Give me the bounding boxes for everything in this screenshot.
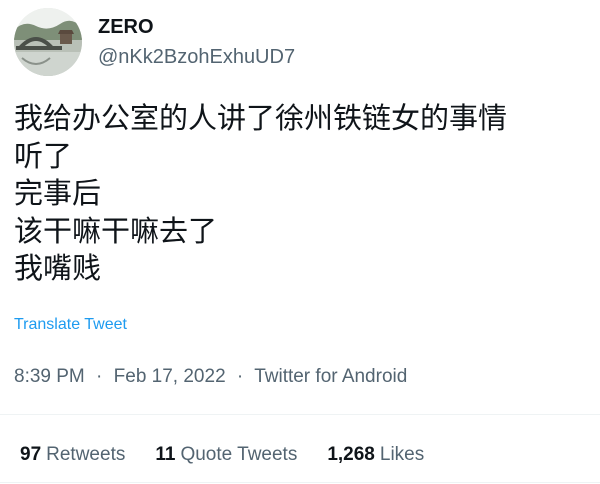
translate-tweet-link[interactable]: Translate Tweet [14,316,127,334]
tweet-text: 我给办公室的人讲了徐州铁链女的事情 听了 完事后 该干嘛干嘛去了 我嘴贱 [14,100,589,288]
meta-separator: · [236,366,244,387]
user-handle[interactable]: @nKk2BzohExhuUD7 [98,44,295,70]
divider [0,414,600,415]
tweet-source[interactable]: Twitter for Android [254,366,407,387]
avatar[interactable] [14,8,82,76]
quote-tweets-count: 11 [155,444,176,465]
meta-separator: · [96,366,103,387]
author-names: ZERO @nKk2BzohExhuUD7 [98,14,295,70]
tweet-line: 该干嘛干嘛去了 [14,213,218,248]
display-name[interactable]: ZERO [98,14,295,40]
tweet-line: 听了 [14,138,73,173]
tweet-header: ZERO @nKk2BzohExhuUD7 [14,8,295,76]
retweets-stat[interactable]: 97 Retweets [20,444,125,466]
likes-count: 1,268 [327,444,375,465]
tweet-time[interactable]: 8:39 PM [14,366,85,387]
tweet-line: 我给办公室的人讲了徐州铁链女的事情 [14,101,508,135]
likes-stat[interactable]: 1,268 Likes [327,444,424,466]
tweet-line: 我嘴贱 [14,251,102,285]
likes-label: Likes [379,444,425,465]
divider [0,482,600,483]
quote-tweets-stat[interactable]: 11 Quote Tweets [155,444,297,466]
retweets-label: Retweets [46,444,126,465]
retweets-count: 97 [20,444,42,465]
tweet-meta: 8:39 PM · Feb 17, 2022 · Twitter for And… [14,366,407,388]
tweet-date[interactable]: Feb 17, 2022 [114,366,226,387]
engagement-stats: 97 Retweets 11 Quote Tweets 1,268 Likes [20,444,454,466]
bridge-landscape-avatar-icon [14,8,82,76]
quote-tweets-label: Quote Tweets [180,444,298,465]
tweet-line: 完事后 [14,176,102,210]
